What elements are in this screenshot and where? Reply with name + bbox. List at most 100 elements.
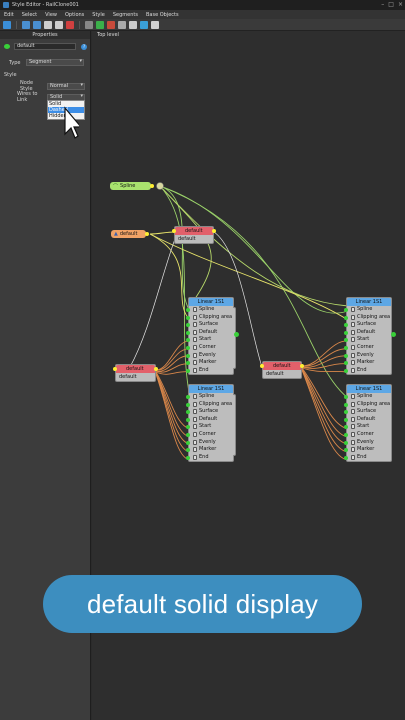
linear-row-spline: Spline <box>344 306 391 314</box>
corner-input-pin[interactable] <box>344 345 348 350</box>
linear-node-2[interactable]: Linear 1S1 Spline Clipping area Surface … <box>344 297 396 376</box>
clipping-row-icon <box>351 401 355 407</box>
evenly-row-icon <box>193 439 197 445</box>
corner-input-pin[interactable] <box>186 432 190 437</box>
marker-input-pin[interactable] <box>186 448 190 453</box>
segment-node-middle[interactable]: default default <box>260 361 304 379</box>
segment-top-input-port[interactable] <box>172 229 176 233</box>
segment-middle-header: default <box>260 362 304 370</box>
default-input-port[interactable] <box>145 232 149 236</box>
start-input-pin[interactable] <box>344 338 348 343</box>
linear-row-default: Default <box>344 416 391 424</box>
segment-middle-title: default <box>273 363 291 369</box>
segment-middle-output-port[interactable] <box>300 364 304 368</box>
linear-row-corner: Corner <box>344 344 391 352</box>
linear-node-1[interactable]: Linear 1S1 Spline Clipping area Surface … <box>186 297 239 376</box>
segment-top-output-port[interactable] <box>212 229 216 233</box>
spline-node[interactable]: ⌒ Spline <box>110 182 154 190</box>
default-input-pin[interactable] <box>186 330 190 335</box>
default-input-node[interactable]: ▲ default <box>111 230 149 238</box>
spline-node-label: Spline <box>120 183 136 189</box>
clipping-input-pin[interactable] <box>344 402 348 407</box>
surface-input-pin[interactable] <box>344 410 348 415</box>
spline-input-pin[interactable] <box>344 395 348 399</box>
default-input-pin[interactable] <box>344 417 348 422</box>
spline-output-port[interactable] <box>150 184 154 188</box>
linear-output-pin[interactable] <box>391 332 396 337</box>
corner-row-icon <box>193 344 197 350</box>
evenly-row-icon <box>351 352 355 358</box>
end-input-pin[interactable] <box>344 368 348 373</box>
evenly-input-pin[interactable] <box>186 353 190 358</box>
evenly-input-pin[interactable] <box>186 440 190 445</box>
segment-node-left[interactable]: default default <box>113 364 158 382</box>
corner-input-pin[interactable] <box>186 345 190 350</box>
start-input-pin[interactable] <box>344 425 348 430</box>
linear-row-corner: Corner <box>186 430 233 439</box>
marker-input-pin[interactable] <box>186 361 190 366</box>
default-row-icon <box>193 329 197 335</box>
style-editor-window: Style Editor - RailClone001 – □ × Edit S… <box>0 0 405 720</box>
linear-row-default: Default <box>186 416 233 424</box>
linear-row-clipping: Clipping area <box>344 401 391 409</box>
row-label: Default <box>199 328 218 335</box>
row-label: End <box>199 453 209 460</box>
surface-input-pin[interactable] <box>186 323 190 328</box>
marker-input-pin[interactable] <box>344 361 348 366</box>
linear-row-marker: Marker <box>344 359 391 367</box>
spline-input-pin[interactable] <box>186 308 190 312</box>
row-label: Surface <box>357 321 377 328</box>
marker-input-pin[interactable] <box>344 448 348 453</box>
marker-row-icon <box>193 360 197 366</box>
marker-row-icon <box>351 360 355 366</box>
linear-row-surface: Surface <box>344 408 391 416</box>
clipping-input-pin[interactable] <box>186 315 190 320</box>
linear-row-clipping: Clipping area <box>186 401 233 409</box>
clipping-row-icon <box>193 314 197 320</box>
spline-input-pin[interactable] <box>344 308 348 312</box>
segment-node-top[interactable]: default default <box>172 226 216 244</box>
segment-left-output-port[interactable] <box>154 367 158 371</box>
evenly-input-pin[interactable] <box>344 353 348 358</box>
end-input-pin[interactable] <box>186 455 190 460</box>
clipping-input-pin[interactable] <box>344 315 348 320</box>
surface-row-icon <box>193 322 197 328</box>
end-input-pin[interactable] <box>344 455 348 460</box>
segment-middle-body: default <box>266 371 284 377</box>
spline-input-pin[interactable] <box>186 395 190 399</box>
row-label: Start <box>357 336 370 343</box>
default-input-pin[interactable] <box>186 417 190 422</box>
linear-row-end: End <box>344 453 391 462</box>
start-input-pin[interactable] <box>186 338 190 343</box>
linear-row-start: Start <box>186 423 233 431</box>
linear-row-evenly: Evenly <box>186 352 233 360</box>
end-input-pin[interactable] <box>186 368 190 373</box>
start-input-pin[interactable] <box>186 425 190 430</box>
segment-middle-input-port[interactable] <box>260 364 264 368</box>
clipping-input-pin[interactable] <box>186 402 190 407</box>
segment-top-header: default <box>172 227 216 235</box>
corner-input-pin[interactable] <box>344 432 348 437</box>
linear-row-default: Default <box>186 328 233 337</box>
linear-output-bracket <box>233 394 236 456</box>
surface-input-pin[interactable] <box>186 410 190 415</box>
row-label: Corner <box>199 430 216 437</box>
linear-node-4[interactable]: Linear 1S1 Spline Clipping area Surface … <box>344 384 392 463</box>
linear-row-corner: Corner <box>344 430 391 439</box>
evenly-input-pin[interactable] <box>344 440 348 445</box>
linear-row-marker: Marker <box>344 446 391 454</box>
row-label: Corner <box>357 430 374 437</box>
row-label: End <box>357 453 367 460</box>
wire-junction[interactable] <box>156 182 164 190</box>
linear-node-title: Linear 1S1 <box>347 385 391 393</box>
default-input-pin[interactable] <box>344 330 348 335</box>
corner-row-icon <box>193 431 197 437</box>
linear-output-pin[interactable] <box>234 332 239 337</box>
surface-input-pin[interactable] <box>344 323 348 328</box>
segment-left-input-port[interactable] <box>113 367 117 371</box>
linear-node-3[interactable]: Linear 1S1 Spline Clipping area Surface … <box>186 384 236 463</box>
row-label: Spline <box>357 306 373 312</box>
row-label: Surface <box>199 408 219 415</box>
clipping-row-icon <box>351 314 355 320</box>
row-label: Start <box>199 336 212 343</box>
